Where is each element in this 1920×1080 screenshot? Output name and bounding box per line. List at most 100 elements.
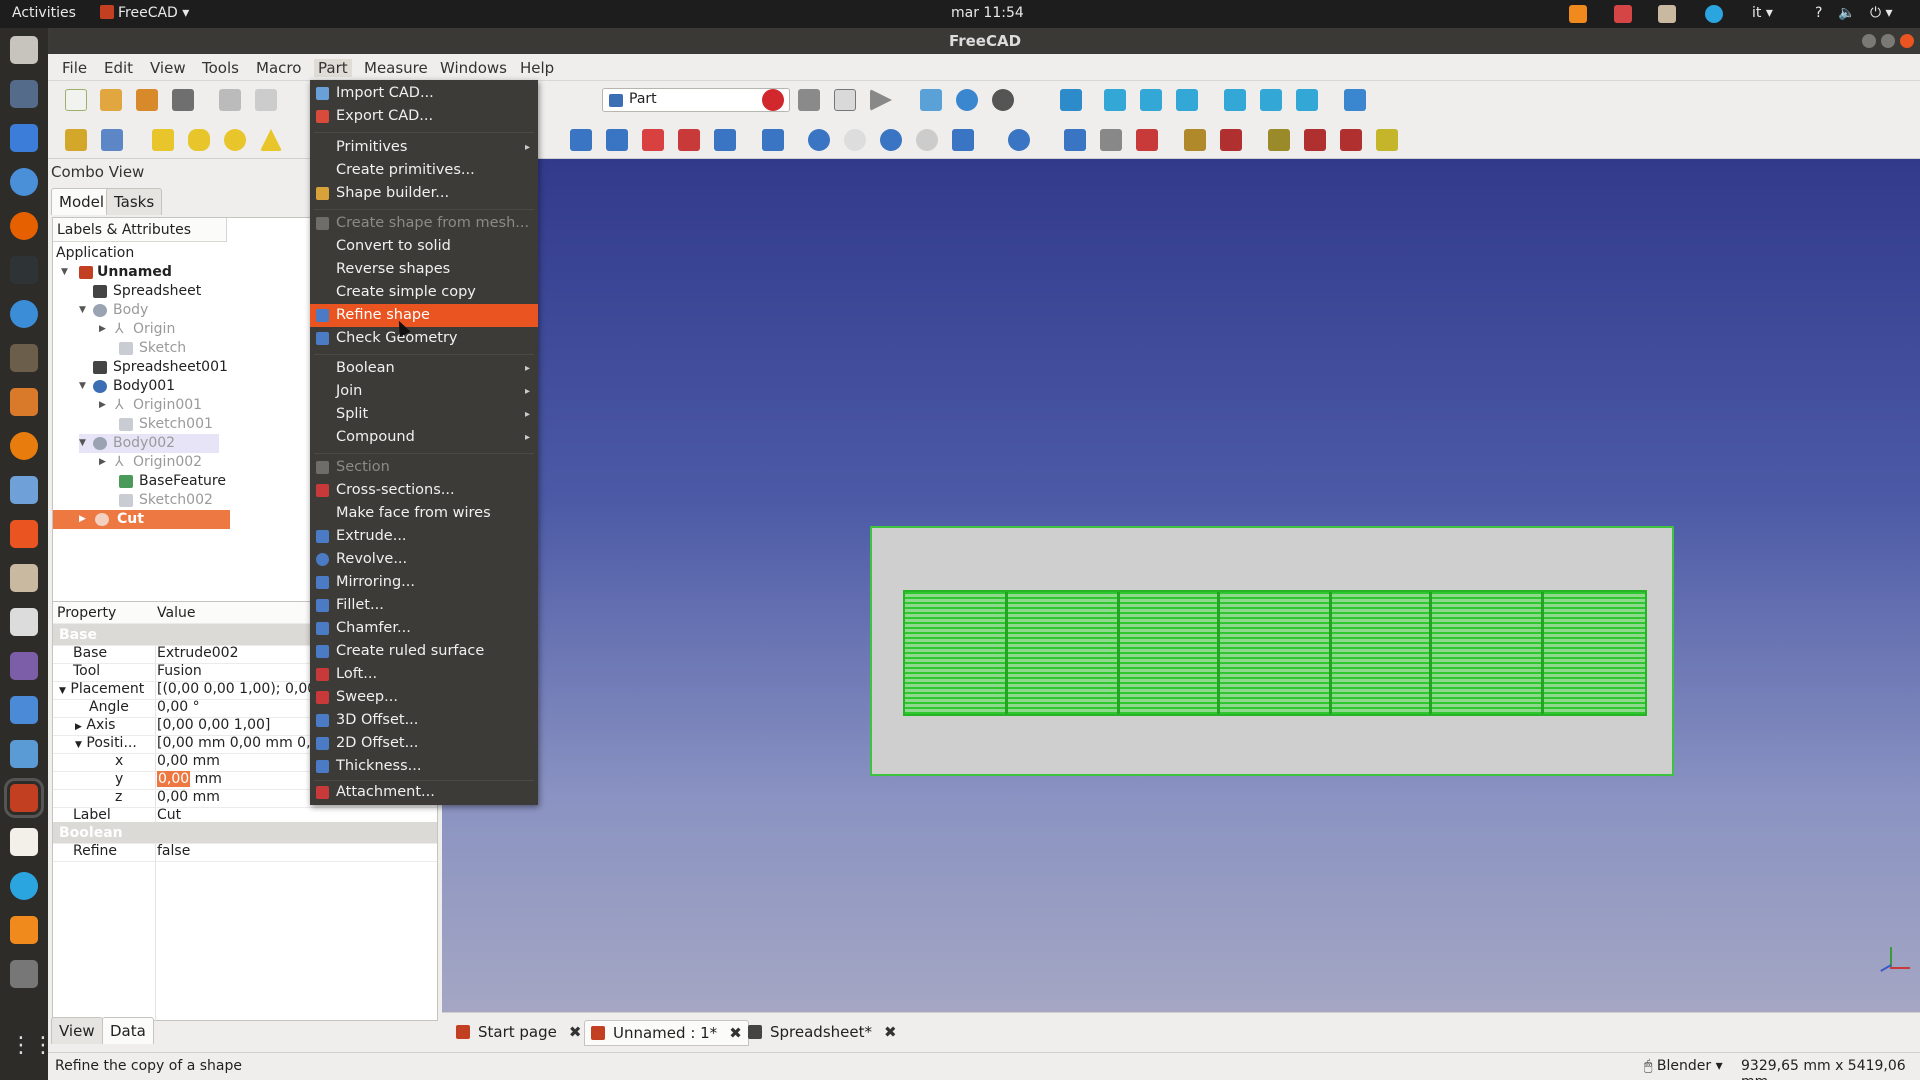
blender-icon[interactable] bbox=[10, 432, 38, 460]
compound-icon[interactable] bbox=[1064, 129, 1086, 151]
expand-arrow-icon[interactable]: ▶ bbox=[79, 510, 89, 529]
ruled-surface-icon[interactable] bbox=[762, 129, 784, 151]
expand-arrow-icon[interactable]: ▼ bbox=[79, 301, 89, 320]
join-icon[interactable] bbox=[952, 129, 974, 151]
save-document-icon[interactable] bbox=[136, 89, 158, 111]
close-window-button[interactable] bbox=[1900, 34, 1914, 48]
expand-arrow-icon[interactable]: ▶ bbox=[99, 453, 109, 472]
tree-item-body002[interactable]: ▼ Body002 bbox=[79, 434, 219, 453]
volume-icon[interactable]: 🔈 bbox=[1838, 5, 1855, 21]
isometric-view-icon[interactable] bbox=[1060, 89, 1082, 111]
measure-distance-icon[interactable] bbox=[1344, 89, 1366, 111]
help-indicator[interactable]: ? bbox=[1815, 5, 1822, 21]
settings-icon[interactable] bbox=[10, 564, 38, 592]
menu-mirroring[interactable]: Mirroring... bbox=[310, 571, 538, 594]
expand-arrow-icon[interactable]: ▼ bbox=[79, 377, 89, 396]
menu-make-face-from-wires[interactable]: Make face from wires bbox=[310, 502, 538, 525]
video-editor-icon[interactable] bbox=[10, 960, 38, 988]
menu-windows[interactable]: Windows bbox=[440, 59, 507, 77]
menu-join[interactable]: Join ▸ bbox=[310, 380, 538, 403]
expand-arrow-icon[interactable]: ▼ bbox=[75, 740, 82, 750]
right-view-icon[interactable] bbox=[1176, 89, 1198, 111]
fuse-icon[interactable] bbox=[880, 129, 902, 151]
draw-style-icon[interactable] bbox=[992, 89, 1014, 111]
model-slotted-block[interactable] bbox=[903, 590, 1647, 716]
inkscape-icon[interactable] bbox=[10, 388, 38, 416]
keyboard-layout[interactable]: it ▾ bbox=[1752, 5, 1773, 21]
tree-item-cut[interactable]: ▶ Cut bbox=[53, 510, 230, 529]
chromium-icon[interactable] bbox=[10, 168, 38, 196]
common-icon[interactable] bbox=[916, 129, 938, 151]
activities-button[interactable]: Activities bbox=[12, 5, 76, 21]
menu-thickness[interactable]: Thickness... bbox=[310, 755, 538, 778]
front-view-icon[interactable] bbox=[1104, 89, 1126, 111]
menu-help[interactable]: Help bbox=[520, 59, 554, 77]
mirror-icon[interactable] bbox=[642, 129, 664, 151]
menu-create-simple-copy[interactable]: Create simple copy bbox=[310, 281, 538, 304]
vlc-icon[interactable] bbox=[10, 916, 38, 944]
telegram-icon[interactable] bbox=[10, 872, 38, 900]
menu-reverse-shapes[interactable]: Reverse shapes bbox=[310, 258, 538, 281]
execute-macro-icon[interactable] bbox=[870, 89, 892, 111]
camera-icon[interactable] bbox=[10, 608, 38, 636]
sphere-icon[interactable] bbox=[224, 129, 246, 151]
menu-boolean[interactable]: Boolean ▸ bbox=[310, 357, 538, 380]
files-icon[interactable] bbox=[10, 36, 38, 64]
fit-all-icon[interactable] bbox=[920, 89, 942, 111]
window-titlebar[interactable]: FreeCAD bbox=[50, 28, 1920, 54]
telegram-tray-icon[interactable] bbox=[1705, 5, 1723, 23]
app-grid-icon[interactable]: ⋮⋮ bbox=[10, 1032, 54, 1060]
split-icon[interactable] bbox=[1008, 129, 1030, 151]
cone-icon[interactable] bbox=[260, 129, 282, 151]
clock[interactable]: mar 11:54 bbox=[951, 5, 1024, 21]
menu-view[interactable]: View bbox=[150, 59, 186, 77]
menu-extrude[interactable]: Extrude... bbox=[310, 525, 538, 548]
menu-file[interactable]: File bbox=[62, 59, 87, 77]
monitor-icon[interactable] bbox=[10, 652, 38, 680]
power-menu-icon[interactable]: ⏻ ▾ bbox=[1870, 5, 1893, 21]
expand-arrow-icon[interactable]: ▼ bbox=[61, 263, 71, 282]
cut-icon[interactable] bbox=[219, 89, 241, 111]
cut-boolean-icon[interactable] bbox=[844, 129, 866, 151]
clipboard-tray-icon[interactable] bbox=[1658, 5, 1676, 23]
menu-cross-sections[interactable]: Cross-sections... bbox=[310, 479, 538, 502]
boolean-icon[interactable] bbox=[808, 129, 830, 151]
model-plate[interactable] bbox=[870, 526, 1674, 776]
group-icon[interactable] bbox=[101, 129, 123, 151]
measure-refresh-icon[interactable] bbox=[1340, 129, 1362, 151]
close-icon[interactable]: ✖ bbox=[884, 1023, 897, 1041]
revolve-icon[interactable] bbox=[606, 129, 628, 151]
freecad-icon[interactable] bbox=[4, 778, 44, 818]
3d-viewport[interactable] bbox=[442, 159, 1920, 1012]
close-icon[interactable]: ✖ bbox=[729, 1024, 742, 1042]
measure-linear-icon[interactable] bbox=[1268, 129, 1290, 151]
print-icon[interactable] bbox=[172, 89, 194, 111]
cylinder-icon[interactable] bbox=[188, 129, 210, 151]
defeaturing-icon[interactable] bbox=[1220, 129, 1242, 151]
tab-tasks[interactable]: Tasks bbox=[106, 188, 163, 215]
tab-data[interactable]: Data bbox=[102, 1017, 154, 1044]
menu-import-cad[interactable]: Import CAD... bbox=[310, 82, 538, 105]
maximize-button[interactable] bbox=[1881, 34, 1895, 48]
menu-refine-shape[interactable]: Refine shape bbox=[310, 304, 538, 327]
doc-tab-unnamed[interactable]: Unnamed : 1* ✖ bbox=[584, 1020, 749, 1046]
editor-icon[interactable] bbox=[10, 300, 38, 328]
gimp-icon[interactable] bbox=[10, 344, 38, 372]
menu-3d-offset[interactable]: 3D Offset... bbox=[310, 709, 538, 732]
measure-clear-icon[interactable] bbox=[1376, 129, 1398, 151]
menu-check-geometry[interactable]: Check Geometry bbox=[310, 327, 538, 350]
menu-create-primitives[interactable]: Create primitives... bbox=[310, 159, 538, 182]
menu-sweep[interactable]: Sweep... bbox=[310, 686, 538, 709]
firefox-icon[interactable] bbox=[10, 212, 38, 240]
menu-edit[interactable]: Edit bbox=[104, 59, 133, 77]
section-icon[interactable] bbox=[1100, 129, 1122, 151]
property-value[interactable]: false bbox=[157, 840, 435, 862]
menu-export-cad[interactable]: Export CAD... bbox=[310, 105, 538, 128]
menu-primitives[interactable]: Primitives ▸ bbox=[310, 136, 538, 159]
menu-tools[interactable]: Tools bbox=[202, 59, 239, 77]
tab-view[interactable]: View bbox=[51, 1017, 103, 1044]
navigation-style-selector[interactable]: 🖱 Blender ▾ bbox=[1644, 1058, 1723, 1074]
property-row-refine[interactable]: Refine false bbox=[53, 840, 437, 862]
text-editor-icon[interactable] bbox=[10, 828, 38, 856]
menu-2d-offset[interactable]: 2D Offset... bbox=[310, 732, 538, 755]
